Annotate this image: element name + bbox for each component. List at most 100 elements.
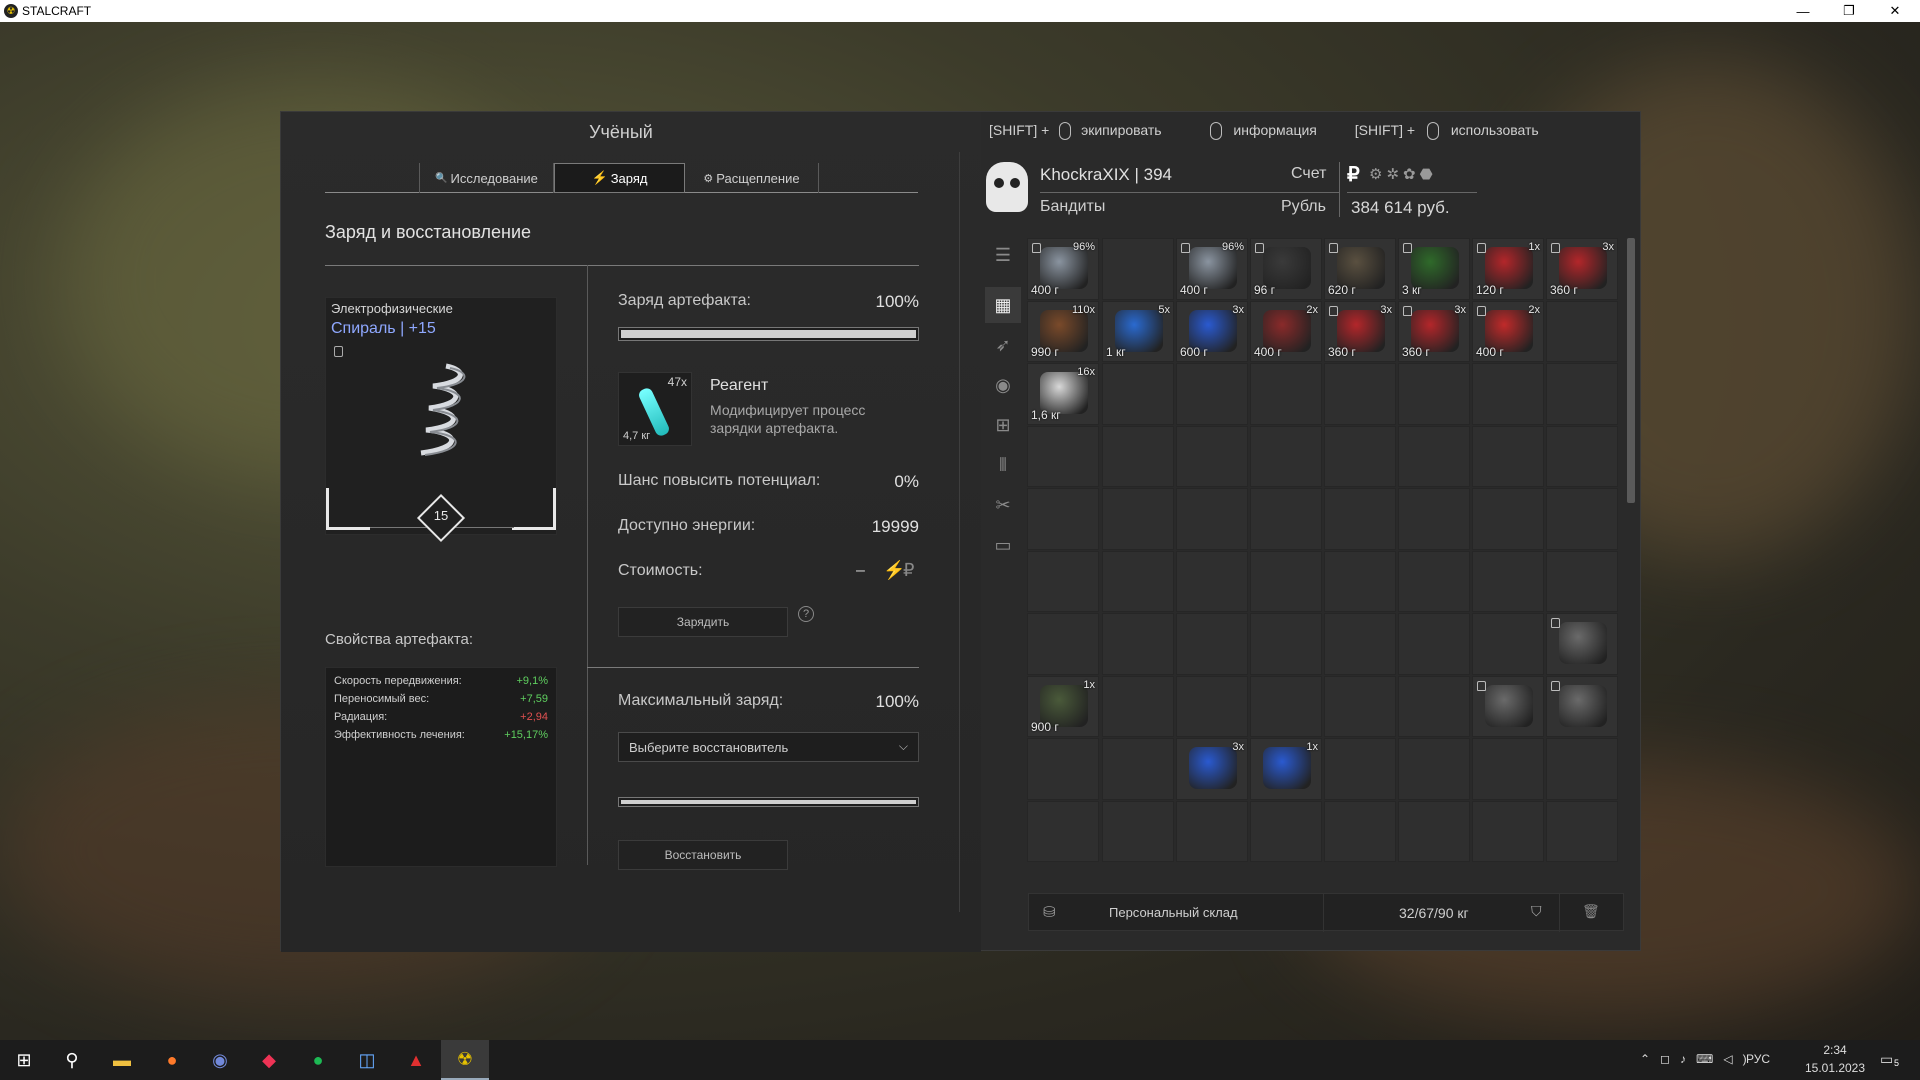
inventory-slot[interactable] — [1398, 488, 1470, 550]
inventory-slot[interactable] — [1472, 488, 1544, 550]
inventory-slot[interactable] — [1546, 800, 1618, 862]
inventory-slot[interactable] — [1472, 363, 1544, 425]
language-indicator[interactable]: РУС — [1746, 1052, 1770, 1066]
artifact-slot[interactable]: Электрофизические Спираль | +15 15 — [325, 297, 557, 543]
clock-date[interactable]: 15.01.2023 — [1800, 1061, 1870, 1075]
inventory-item[interactable]: 96 г — [1250, 238, 1322, 300]
spotify-icon[interactable]: ● — [294, 1040, 342, 1080]
inventory-item[interactable]: 1x — [1250, 738, 1322, 800]
box-icon[interactable]: ▭ — [985, 527, 1021, 563]
inventory-item[interactable]: 2x 400 г — [1250, 300, 1322, 362]
inventory-slot[interactable] — [1324, 488, 1396, 550]
inventory-slot[interactable] — [1546, 488, 1618, 550]
inventory-slot[interactable] — [1250, 800, 1322, 862]
inventory-slot[interactable] — [1398, 425, 1470, 487]
inventory-slot[interactable] — [1027, 550, 1099, 612]
clock-time[interactable]: 2:34 — [1800, 1043, 1870, 1057]
inventory-item[interactable]: 3 кг — [1398, 238, 1470, 300]
inventory-slot[interactable] — [1250, 488, 1322, 550]
inventory-item[interactable]: 16x 1,6 кг — [1027, 363, 1099, 425]
inventory-item[interactable]: 620 г — [1324, 238, 1396, 300]
inventory-item[interactable]: 96% 400 г — [1027, 238, 1099, 300]
inventory-slot[interactable] — [1176, 675, 1248, 737]
inventory-slot[interactable] — [1472, 800, 1544, 862]
inventory-slot[interactable] — [1398, 613, 1470, 675]
backpack-icon[interactable]: ⛉ — [1531, 903, 1542, 920]
grid-icon[interactable]: ▦ — [985, 287, 1021, 323]
inventory-item[interactable]: 1x 120 г — [1472, 238, 1544, 300]
inventory-slot[interactable] — [1324, 425, 1396, 487]
windows-start-icon[interactable]: ⊞ — [0, 1040, 48, 1080]
storage-button[interactable]: Персональный склад — [1109, 905, 1238, 920]
notifications-icon[interactable]: ▭ — [1880, 1051, 1893, 1068]
inventory-slot[interactable] — [1324, 738, 1396, 800]
stalcraft-taskbar-icon[interactable]: ☢ — [441, 1040, 489, 1080]
inventory-scrollbar[interactable] — [1627, 238, 1635, 503]
inventory-slot[interactable] — [1324, 550, 1396, 612]
inventory-item[interactable]: 1x 900 г — [1027, 675, 1099, 737]
tools-icon[interactable]: ✂ — [985, 487, 1021, 523]
inventory-item[interactable]: 3x 600 г — [1176, 300, 1248, 362]
inventory-item[interactable]: 96% 400 г — [1176, 238, 1248, 300]
inventory-slot[interactable] — [1027, 613, 1099, 675]
inventory-item[interactable] — [1546, 613, 1618, 675]
inventory-slot[interactable] — [1472, 425, 1544, 487]
inventory-item[interactable]: 3x 360 г — [1546, 238, 1618, 300]
restore-button[interactable]: ❐ — [1826, 0, 1872, 22]
search-icon[interactable]: ⚲ — [48, 1040, 96, 1080]
help-icon[interactable]: ? — [798, 606, 814, 622]
app-icon[interactable]: ◆ — [245, 1040, 293, 1080]
ammo-icon[interactable]: ⦀ — [985, 447, 1021, 483]
inventory-slot[interactable] — [1102, 488, 1174, 550]
inventory-slot[interactable] — [1546, 425, 1618, 487]
discord-icon[interactable]: ◉ — [196, 1040, 244, 1080]
inventory-item[interactable]: 3x 360 г — [1324, 300, 1396, 362]
inventory-slot[interactable] — [1398, 363, 1470, 425]
rocket-icon[interactable]: ➶ — [985, 327, 1021, 363]
minimize-button[interactable]: — — [1780, 0, 1826, 22]
inventory-slot[interactable] — [1398, 738, 1470, 800]
inventory-slot[interactable] — [1102, 550, 1174, 612]
inventory-slot[interactable] — [1250, 550, 1322, 612]
inventory-slot[interactable] — [1176, 800, 1248, 862]
inventory-item[interactable]: 5x 1 кг — [1102, 300, 1174, 362]
inventory-slot[interactable] — [1102, 800, 1174, 862]
inventory-slot[interactable] — [1102, 425, 1174, 487]
inventory-slot[interactable] — [1398, 675, 1470, 737]
inventory-slot[interactable] — [1324, 613, 1396, 675]
close-button[interactable]: ✕ — [1872, 0, 1918, 22]
inventory-slot[interactable] — [1398, 800, 1470, 862]
inventory-item[interactable] — [1546, 675, 1618, 737]
inventory-slot[interactable] — [1250, 425, 1322, 487]
tab-split[interactable]: ⚙ Расщепление — [685, 163, 819, 193]
list-icon[interactable]: ☰ — [985, 237, 1021, 273]
inventory-slot[interactable] — [1027, 488, 1099, 550]
inventory-slot[interactable] — [1546, 363, 1618, 425]
paint-icon[interactable]: ◫ — [343, 1040, 391, 1080]
tray-icons[interactable]: ⌃◻♪⌨◁) — [1640, 1052, 1757, 1066]
inventory-slot[interactable] — [1176, 550, 1248, 612]
amd-icon[interactable]: ▲ — [392, 1040, 440, 1080]
inventory-slot[interactable] — [1546, 550, 1618, 612]
reagent-slot[interactable]: 47x 4,7 кг — [618, 372, 692, 446]
inventory-slot[interactable] — [1102, 613, 1174, 675]
inventory-slot[interactable] — [1102, 738, 1174, 800]
file-explorer-icon[interactable]: ▬ — [98, 1040, 146, 1080]
inventory-slot[interactable] — [1102, 363, 1174, 425]
inventory-slot[interactable] — [1324, 800, 1396, 862]
inventory-slot[interactable] — [1250, 675, 1322, 737]
inventory-item[interactable]: 3x — [1176, 738, 1248, 800]
tab-research[interactable]: 🔍 Исследование — [420, 163, 554, 193]
trash-icon[interactable]: 🗑 — [1582, 903, 1600, 920]
tab-charge[interactable]: ⚡ Заряд — [554, 163, 685, 193]
inventory-slot[interactable] — [1472, 550, 1544, 612]
inventory-slot[interactable] — [1250, 363, 1322, 425]
restorer-select[interactable]: Выберите восстановитель ⌵ — [618, 732, 919, 762]
inventory-slot[interactable] — [1176, 363, 1248, 425]
inventory-item[interactable]: 3x 360 г — [1398, 300, 1470, 362]
charge-button[interactable]: Зарядить — [618, 607, 788, 637]
inventory-slot[interactable] — [1324, 363, 1396, 425]
inventory-slot[interactable] — [1176, 488, 1248, 550]
inventory-slot[interactable] — [1027, 425, 1099, 487]
inventory-slot[interactable] — [1027, 738, 1099, 800]
